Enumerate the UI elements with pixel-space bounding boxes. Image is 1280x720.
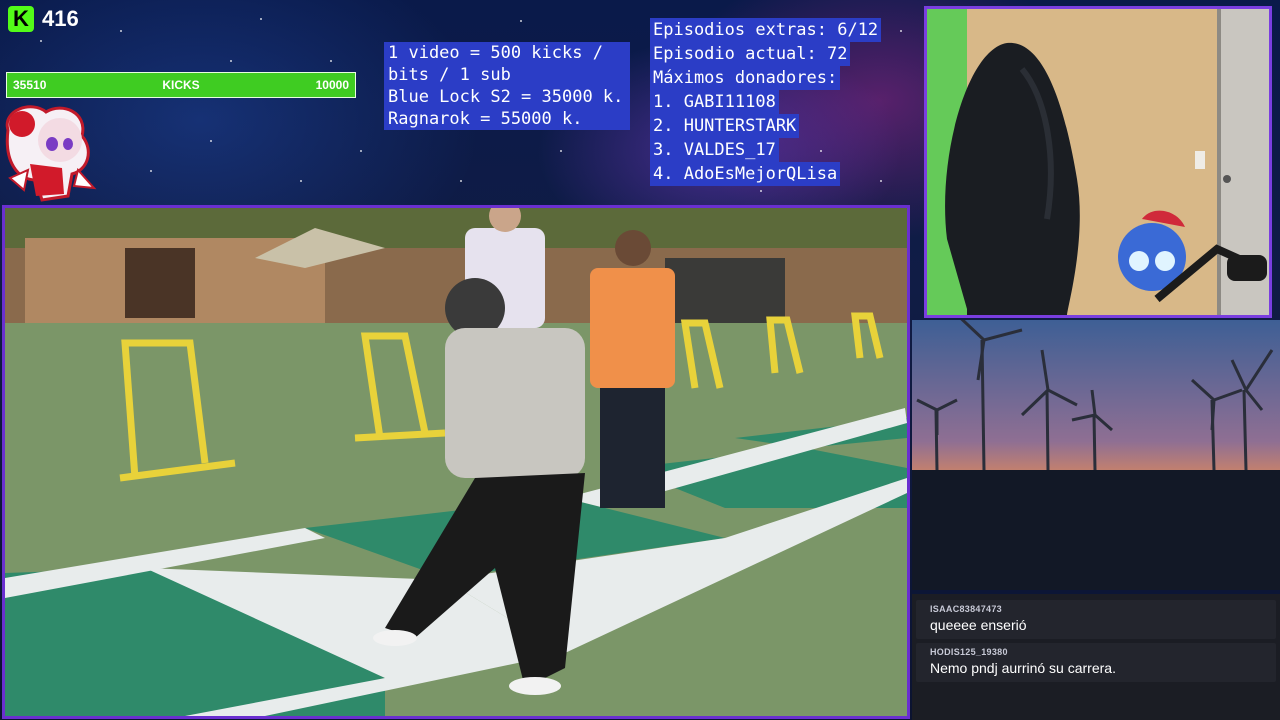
stats-panel: Episodios extras: 6/12 Episodio actual: … bbox=[650, 18, 896, 186]
chat-panel: ISAAC83847473 queeee enserió HODIS125_19… bbox=[912, 594, 1280, 720]
star bbox=[150, 170, 152, 172]
chat-text: queeee enserió bbox=[930, 617, 1027, 633]
star bbox=[260, 18, 262, 20]
chat-message: ISAAC83847473 queeee enserió bbox=[916, 600, 1276, 639]
goal-target: 10000 bbox=[315, 78, 349, 92]
sunset-wind-turbine-panel bbox=[912, 320, 1280, 590]
landscape-scene bbox=[912, 320, 1280, 590]
goal-current: 35510 bbox=[13, 78, 47, 92]
chat-username: ISAAC83847473 bbox=[930, 604, 1002, 614]
rules-line: Blue Lock S2 = 35000 k. bbox=[388, 87, 624, 107]
rules-panel: 1 video = 500 kicks / bits / 1 sub Blue … bbox=[384, 42, 630, 130]
star bbox=[760, 190, 762, 192]
star bbox=[560, 150, 562, 152]
chat-text: Nemo pndj aurrinó su carrera. bbox=[930, 660, 1116, 676]
viewer-counter: K 416 bbox=[8, 6, 79, 32]
video-scene bbox=[5, 208, 907, 716]
star bbox=[360, 150, 362, 152]
webcam-feed bbox=[924, 6, 1272, 318]
rules-line: 1 video = 500 kicks / bbox=[388, 43, 603, 63]
star bbox=[330, 60, 332, 62]
star bbox=[520, 20, 522, 22]
star bbox=[120, 30, 122, 32]
star bbox=[460, 180, 462, 182]
viewer-count: 416 bbox=[42, 6, 79, 31]
top-donors-title: Máximos donadores: bbox=[650, 66, 841, 90]
star bbox=[210, 140, 212, 142]
goal-label: KICKS bbox=[162, 78, 200, 92]
extra-episodes: Episodios extras: 6/12 bbox=[650, 18, 882, 42]
star bbox=[230, 60, 232, 62]
rules-line: Ragnarok = 55000 k. bbox=[388, 109, 583, 129]
rules-line: bits / 1 sub bbox=[388, 65, 511, 85]
chat-message: HODIS125_19380 Nemo pndj aurrinó su carr… bbox=[916, 643, 1276, 682]
donor-item: 3. VALDES_17 bbox=[650, 138, 779, 162]
current-episode: Episodio actual: 72 bbox=[650, 42, 851, 66]
donor-item: 4. AdoEsMejorQLisa bbox=[650, 162, 841, 186]
star bbox=[900, 30, 902, 32]
star bbox=[300, 180, 302, 182]
main-video-feed bbox=[2, 205, 910, 719]
donor-item: 2. HUNTERSTARK bbox=[650, 114, 800, 138]
donor-item: 1. GABI11108 bbox=[650, 90, 779, 114]
kick-logo-icon: K bbox=[8, 6, 34, 32]
mascot-sticker-icon bbox=[5, 105, 97, 202]
chat-username: HODIS125_19380 bbox=[930, 647, 1008, 657]
kicks-goal-bar: 35510 KICKS 10000 bbox=[6, 72, 356, 98]
webcam-scene bbox=[927, 9, 1269, 315]
star bbox=[40, 40, 42, 42]
